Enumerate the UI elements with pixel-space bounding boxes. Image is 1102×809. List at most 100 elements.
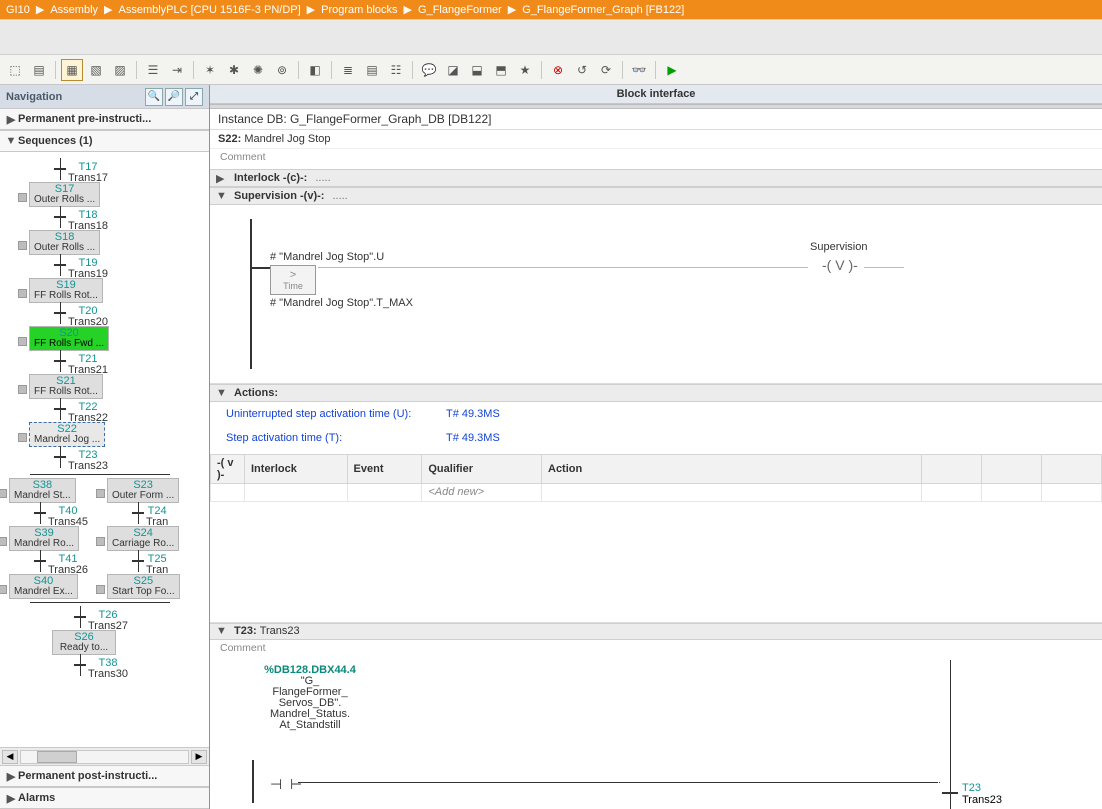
transition-node[interactable]: T19Trans19	[68, 258, 108, 280]
step-node[interactable]: S26Ready to...	[52, 630, 116, 655]
transition-node[interactable]: T38Trans30	[88, 658, 128, 680]
bc-seg[interactable]: Assembly	[50, 4, 98, 16]
editor-area: Block interface Instance DB: G_FlangeFor…	[210, 85, 1102, 809]
tb-btn-24[interactable]: 👓	[628, 59, 650, 81]
comment-line[interactable]: Comment	[210, 149, 1102, 169]
transition-tag[interactable]: %DB128.DBX44.4 "G_ FlangeFormer_ Servos_…	[250, 664, 370, 731]
transition-node[interactable]: T24Tran	[146, 506, 168, 528]
step-node[interactable]: S19FF Rolls Rot...	[18, 278, 103, 303]
tb-btn-3[interactable]: ▦	[61, 59, 83, 81]
step-node[interactable]: S20FF Rolls Fwd ...	[18, 326, 109, 351]
col-event[interactable]: Event	[347, 454, 422, 483]
bc-seg[interactable]: AssemblyPLC [CPU 1516F-3 PN/DP]	[118, 4, 300, 16]
trans-comment[interactable]: Comment	[210, 640, 1102, 660]
nav-post-instructions[interactable]: ▶Permanent post-instructi...	[0, 765, 209, 787]
collapse-icon[interactable]: ▼	[216, 387, 226, 399]
tb-btn-19[interactable]: ⬒	[490, 59, 512, 81]
bc-seg[interactable]: G_FlangeFormer	[418, 4, 502, 16]
step-node[interactable]: S25Start Top Fo...	[96, 574, 180, 599]
tb-btn-11[interactable]: ⊚	[271, 59, 293, 81]
tb-btn-20[interactable]: ★	[514, 59, 536, 81]
actions-table[interactable]: -( v )- Interlock Event Qualifier Action…	[210, 454, 1102, 502]
sequence-canvas[interactable]: T17Trans17S17Outer Rolls ...T18Trans18S1…	[0, 152, 209, 747]
step-node[interactable]: S21FF Rolls Rot...	[18, 374, 103, 399]
step-node[interactable]: S24Carriage Ro...	[96, 526, 179, 551]
tb-btn-16[interactable]: 💬	[418, 59, 440, 81]
no-contact[interactable]: ⊣ ⊢	[270, 776, 302, 793]
instance-db-line: Instance DB: G_FlangeFormer_Graph_DB [DB…	[210, 109, 1102, 130]
tb-btn-7[interactable]: ⇥	[166, 59, 188, 81]
tb-btn-6[interactable]: ☰	[142, 59, 164, 81]
step-node[interactable]: S38Mandrel St...	[0, 478, 76, 503]
tb-btn-21[interactable]: ⊗	[547, 59, 569, 81]
block-interface-bar[interactable]: Block interface	[210, 85, 1102, 104]
tb-btn-17[interactable]: ◪	[442, 59, 464, 81]
transition-node[interactable]: T17Trans17	[68, 162, 108, 184]
scroll-right-icon[interactable]: ▶	[191, 750, 207, 764]
cmp-top-operand: # "Mandrel Jog Stop".U	[270, 251, 413, 263]
chevron-right-icon: ▶	[307, 3, 315, 16]
transition-node[interactable]: T22Trans22	[68, 402, 108, 424]
tb-btn-5[interactable]: ▨	[109, 59, 131, 81]
transition-node[interactable]: T18Trans18	[68, 210, 108, 232]
transition-node[interactable]: T20Trans20	[68, 306, 108, 328]
tb-btn-10[interactable]: ✺	[247, 59, 269, 81]
tb-btn-13[interactable]: ≣	[337, 59, 359, 81]
step-node[interactable]: S22Mandrel Jog ...	[18, 422, 105, 447]
transition-node[interactable]: T21Trans21	[68, 354, 108, 376]
zoom-in-icon[interactable]: 🔍	[145, 88, 163, 106]
interlock-section[interactable]: ▶ Interlock -(c)-:.....	[210, 169, 1102, 187]
collapse-icon[interactable]: ▼	[216, 190, 226, 202]
expand-icon[interactable]: ▶	[216, 172, 226, 185]
scroll-left-icon[interactable]: ◀	[2, 750, 18, 764]
tb-btn-23[interactable]: ⟳	[595, 59, 617, 81]
tb-btn-25[interactable]: ▶	[661, 59, 683, 81]
supervision-section[interactable]: ▼ Supervision -(v)-:.....	[210, 187, 1102, 205]
zoom-out-icon[interactable]: 🔎	[165, 88, 183, 106]
fit-icon[interactable]: ⤢	[185, 88, 203, 106]
tb-btn-8[interactable]: ✶	[199, 59, 221, 81]
actions-addnew-row[interactable]: <Add new>	[211, 483, 1102, 501]
wire-dotted	[620, 782, 940, 783]
transition-section[interactable]: ▼ T23: Trans23	[210, 623, 1102, 641]
transition-node[interactable]: T25Tran	[146, 554, 168, 576]
collapse-icon[interactable]: ▼	[216, 625, 226, 637]
col-interlock[interactable]: Interlock	[245, 454, 348, 483]
transition-out-label: T23Trans23	[962, 782, 1002, 806]
supervision-ladder[interactable]: # "Mandrel Jog Stop".U >Time # "Mandrel …	[210, 205, 1102, 384]
tb-btn-1[interactable]: ⬚	[4, 59, 26, 81]
tb-btn-2[interactable]: ▤	[28, 59, 50, 81]
transition-node[interactable]: T40Trans45	[48, 506, 88, 528]
transition-node[interactable]: T41Trans26	[48, 554, 88, 576]
step-node[interactable]: S40Mandrel Ex...	[0, 574, 78, 599]
bc-seg[interactable]: GI10	[6, 4, 30, 16]
toolbar-spacer	[0, 19, 1102, 55]
tb-btn-4[interactable]: ▧	[85, 59, 107, 81]
col-action[interactable]: Action	[542, 454, 922, 483]
scroll-thumb[interactable]	[37, 751, 77, 763]
nav-alarms[interactable]: ▶Alarms	[0, 787, 209, 809]
tb-btn-22[interactable]: ↺	[571, 59, 593, 81]
tb-btn-9[interactable]: ✱	[223, 59, 245, 81]
step-node[interactable]: S23Outer Form ...	[96, 478, 179, 503]
bc-seg[interactable]: G_FlangeFormer_Graph [FB122]	[522, 4, 684, 16]
tb-btn-14[interactable]: ▤	[361, 59, 383, 81]
nav-sequences[interactable]: ▼Sequences (1)	[0, 130, 209, 152]
tb-btn-12[interactable]: ◧	[304, 59, 326, 81]
transition-ladder[interactable]: %DB128.DBX44.4 "G_ FlangeFormer_ Servos_…	[210, 660, 1102, 809]
step-node[interactable]: S18Outer Rolls ...	[18, 230, 100, 255]
step-node[interactable]: S39Mandrel Ro...	[0, 526, 79, 551]
compare-block[interactable]: # "Mandrel Jog Stop".U >Time # "Mandrel …	[270, 251, 413, 309]
transition-node[interactable]: T26Trans27	[88, 610, 128, 632]
col-qualifier[interactable]: Qualifier	[422, 454, 542, 483]
bc-seg[interactable]: Program blocks	[321, 4, 397, 16]
tb-btn-15[interactable]: ☷	[385, 59, 407, 81]
transition-bar	[950, 660, 951, 809]
nav-hscroll[interactable]: ◀ ▶	[0, 747, 209, 765]
step-node[interactable]: S17Outer Rolls ...	[18, 182, 100, 207]
tb-btn-18[interactable]: ⬓	[466, 59, 488, 81]
nav-pre-instructions[interactable]: ▶Permanent pre-instructi...	[0, 108, 209, 130]
transition-node[interactable]: T23Trans23	[68, 450, 108, 472]
supervision-coil[interactable]: -( V )-	[822, 257, 858, 273]
actions-section[interactable]: ▼ Actions:	[210, 384, 1102, 402]
